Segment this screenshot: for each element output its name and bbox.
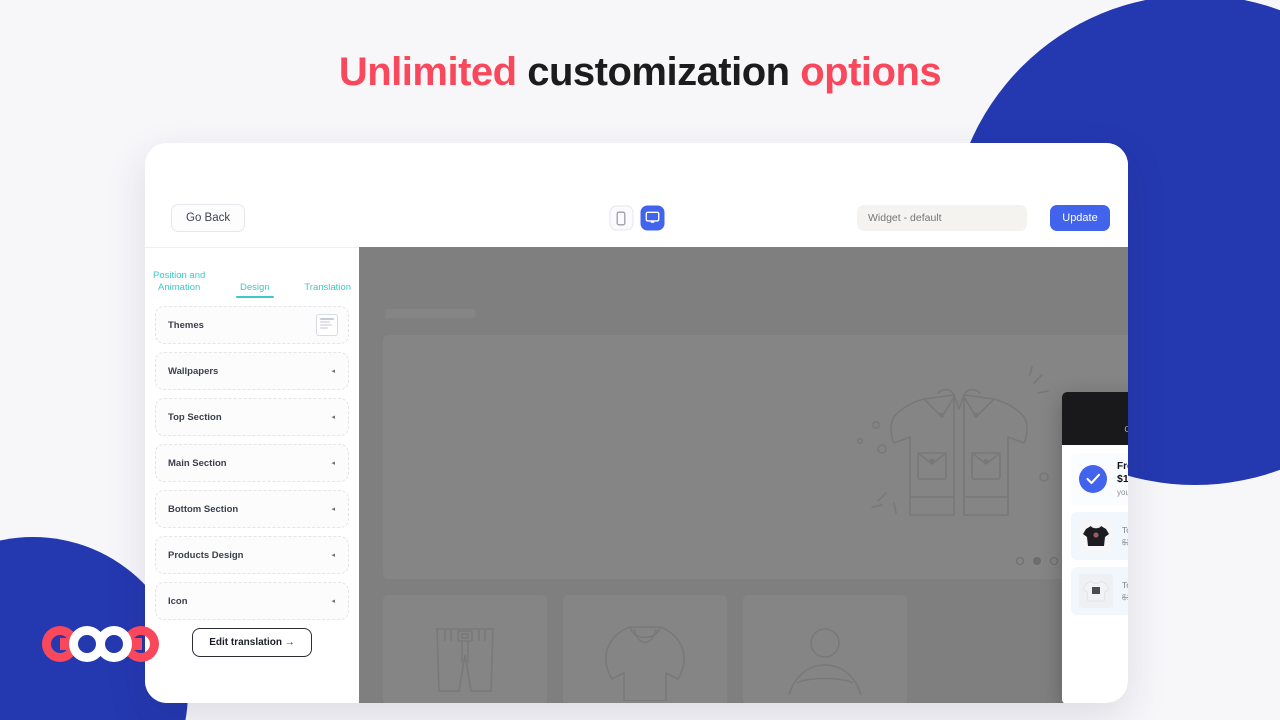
- unlocked-gift-description: your awesome free gift: $12.00: [1117, 488, 1128, 497]
- product-card[interactable]: [563, 595, 727, 703]
- device-preview-toggle[interactable]: [609, 205, 664, 231]
- gift-offer-text: To get free gift: Code T-shirt $25,00$0,…: [1122, 525, 1128, 547]
- headline-part-3: options: [800, 50, 942, 94]
- chevron-left-icon: ◂: [331, 368, 335, 375]
- sidebar-item-label: Products Design: [168, 549, 244, 561]
- free-gifts-body: Free Gift Uncked! $12,00 your awesome fr…: [1062, 445, 1128, 660]
- unlocked-gift-text: Free Gift Uncked! $12,00 your awesome fr…: [1117, 461, 1128, 497]
- theme-preview-thumbnail: [316, 314, 338, 336]
- tshirt-icon: [1082, 580, 1110, 602]
- headline-part-2: customization: [527, 50, 790, 94]
- app-body: Position and Animation Design Translatio…: [145, 247, 1128, 703]
- desktop-monitor-icon: [645, 211, 659, 223]
- carousel-dot-active[interactable]: [1033, 557, 1041, 565]
- tab-translation[interactable]: Translation: [304, 282, 351, 298]
- sidebar-item-icon[interactable]: Icon ◂: [155, 582, 349, 620]
- gift-offer-label: To get free T-shirt: [1122, 580, 1128, 590]
- sidebar-tabs: Position and Animation Design Translatio…: [145, 258, 359, 298]
- chevron-left-icon: ◂: [331, 598, 335, 605]
- desktop-preview-button[interactable]: [640, 205, 664, 231]
- gift-old-price: $25,00: [1122, 538, 1128, 547]
- update-button[interactable]: Update: [1050, 205, 1110, 231]
- good-logo: [40, 624, 162, 664]
- sidebar-item-label: Themes: [168, 319, 204, 331]
- sidebar-item-label: Icon: [168, 595, 188, 607]
- design-accordion: Themes Wallpapers ◂ Top Section ◂ Main S…: [145, 298, 359, 657]
- gift-offer-label: To get free gift: Code T-shirt: [1122, 525, 1128, 535]
- unlocked-gift-row: Free Gift Uncked! $12,00 your awesome fr…: [1071, 453, 1128, 505]
- product-card-row: [383, 595, 1128, 703]
- free-gifts-widget: Free Gifts Gifts will be added at checko…: [1062, 392, 1128, 703]
- app-toolbar: Go Back Update: [145, 143, 1128, 247]
- gift-offer-text: To get free T-shirt $12,00$0,00: [1122, 580, 1128, 602]
- sidebar-item-label: Top Section: [168, 411, 222, 423]
- tab-position-and-animation[interactable]: Position and Animation: [153, 270, 205, 298]
- sidebar-item-products-design[interactable]: Products Design ◂: [155, 536, 349, 574]
- product-card[interactable]: [383, 595, 547, 703]
- preview-hero-block: [383, 335, 1128, 579]
- chevron-left-icon: ◂: [331, 552, 335, 559]
- preview-canvas: Free Gifts Gifts will be added at checko…: [359, 247, 1128, 703]
- unlocked-gift-title: Free Gift Uncked!: [1117, 461, 1128, 472]
- gift-offer-prices: $25,00$0,00: [1122, 538, 1128, 547]
- app-window: Go Back Update Position and Animation: [145, 143, 1128, 703]
- sidebar-item-label: Bottom Section: [168, 503, 239, 515]
- mobile-preview-button[interactable]: [609, 205, 633, 231]
- settings-sidebar: Position and Animation Design Translatio…: [145, 247, 359, 703]
- free-gifts-subtitle: Gifts will be added at checkout: [1124, 424, 1128, 434]
- widget-select-input[interactable]: [857, 205, 1027, 231]
- black-tshirt-thumbnail: [1079, 519, 1113, 553]
- product-card[interactable]: [743, 595, 907, 703]
- sidebar-item-top-section[interactable]: Top Section ◂: [155, 398, 349, 436]
- gift-old-price: $12,00: [1122, 593, 1128, 602]
- tab-design[interactable]: Design: [236, 282, 274, 298]
- sweater-illustration: [605, 626, 685, 701]
- gift-offer-row[interactable]: To get free T-shirt $12,00$0,00: [1071, 567, 1128, 615]
- gift-offer-prefix: To get free: [1122, 580, 1128, 590]
- free-gifts-title: Free Gifts: [1074, 405, 1128, 419]
- free-gifts-header: Free Gifts Gifts will be added at checko…: [1062, 392, 1128, 445]
- chevron-left-icon: ◂: [331, 460, 335, 467]
- chevron-left-icon: ◂: [331, 506, 335, 513]
- sidebar-item-main-section[interactable]: Main Section ◂: [155, 444, 349, 482]
- go-back-button[interactable]: Go Back: [171, 204, 246, 232]
- sidebar-item-bottom-section[interactable]: Bottom Section ◂: [155, 490, 349, 528]
- shorts-illustration: [436, 628, 494, 692]
- mobile-icon: [616, 211, 626, 225]
- sidebar-item-label: Main Section: [168, 457, 227, 469]
- check-circle-icon: [1079, 465, 1107, 493]
- unlocked-gift-price: $12,00: [1117, 473, 1128, 485]
- edit-translation-button[interactable]: Edit translation →: [192, 628, 312, 657]
- sidebar-item-wallpapers[interactable]: Wallpapers ◂: [155, 352, 349, 390]
- gift-offer-row[interactable]: To get free gift: Code T-shirt $25,00$0,…: [1071, 512, 1128, 560]
- person-illustration: [788, 628, 862, 696]
- page-headline: Unlimited customization options: [0, 50, 1280, 95]
- white-tshirt-thumbnail: [1079, 574, 1113, 608]
- free-gifts-footer: Checkout: [1062, 660, 1128, 703]
- sidebar-item-themes[interactable]: Themes: [155, 306, 349, 344]
- shirt-illustration: [856, 366, 1049, 516]
- good-logo-mark: [42, 626, 159, 662]
- chevron-left-icon: ◂: [331, 414, 335, 421]
- check-icon: [1085, 473, 1100, 485]
- carousel-dot[interactable]: [1050, 557, 1058, 565]
- tshirt-icon: [1083, 526, 1109, 546]
- sidebar-item-label: Wallpapers: [168, 365, 219, 377]
- gift-offer-prices: $12,00$0,00: [1122, 593, 1128, 602]
- headline-part-1: Unlimited: [338, 50, 517, 94]
- preview-placeholder-bar: [385, 309, 475, 318]
- gift-offer-prefix: To get free gift:: [1122, 525, 1128, 535]
- carousel-dot[interactable]: [1016, 557, 1024, 565]
